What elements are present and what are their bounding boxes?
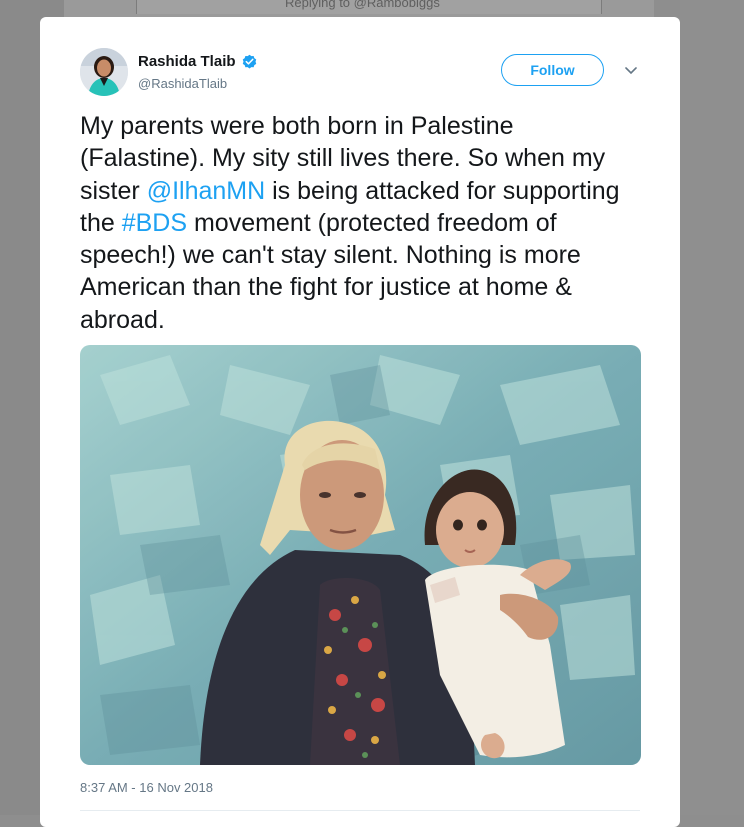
follow-button[interactable]: Follow [501, 54, 604, 86]
author-avatar[interactable] [80, 48, 128, 96]
author-handle[interactable]: @RashidaTlaib [138, 76, 227, 91]
background-right-panel [680, 0, 744, 815]
chevron-down-icon[interactable] [624, 66, 638, 76]
verified-badge-icon [242, 54, 256, 69]
background-reply-text: Replying to @Rambobiggs [285, 0, 440, 10]
author-name-row: Rashida Tlaib [138, 53, 258, 70]
hashtag-link[interactable]: #BDS [122, 209, 187, 237]
divider [80, 810, 640, 811]
background-reply-header: Replying to @Rambobiggs [136, 0, 602, 14]
author-name[interactable]: Rashida Tlaib [138, 53, 236, 70]
tweet-timestamp[interactable]: 8:37 AM - 16 Nov 2018 [80, 780, 213, 795]
tweet-text: My parents were both born in Palestine (… [80, 110, 640, 336]
mention-link[interactable]: @IlhanMN [147, 177, 265, 205]
tweet-photo[interactable] [80, 345, 641, 765]
